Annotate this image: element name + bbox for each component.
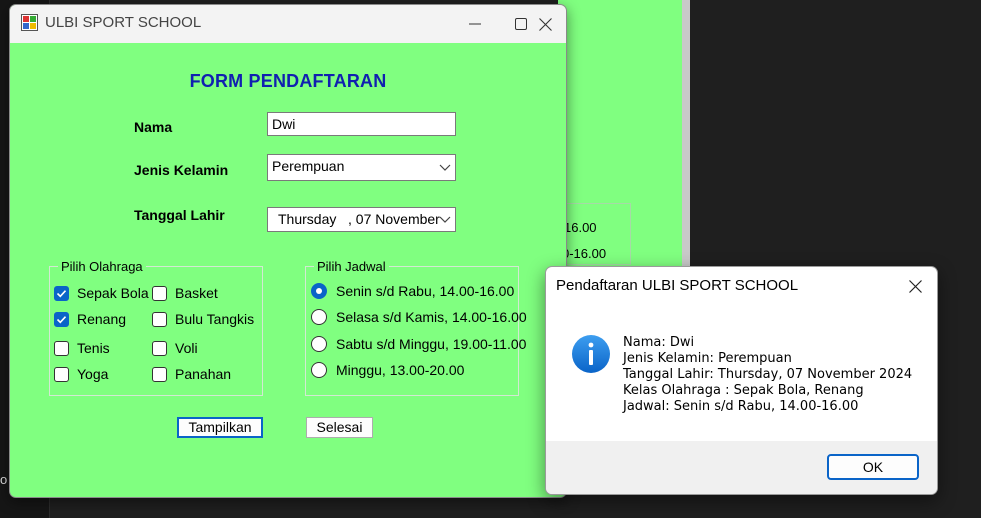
radio-button[interactable] — [311, 336, 327, 352]
info-icon — [572, 335, 610, 373]
close-button[interactable] — [522, 5, 566, 43]
background-text-fragment: 16.00 — [564, 220, 597, 235]
jadwal-group: Pilih Jadwal Senin s/d Rabu, 14.00-16.00… — [305, 259, 527, 396]
radio-minggu[interactable]: Minggu, 13.00-20.00 — [311, 362, 464, 378]
checkbox-basket[interactable]: Basket — [152, 285, 218, 301]
checkbox-box[interactable] — [152, 311, 167, 327]
jadwal-group-caption: Pilih Jadwal — [314, 259, 389, 274]
nama-label: Nama — [134, 119, 173, 135]
checkbox-sepak-bola[interactable]: Sepak Bola — [54, 285, 149, 301]
checkbox-box[interactable] — [152, 340, 167, 356]
radio-sabtu-minggu[interactable]: Sabtu s/d Minggu, 19.00-11.00 — [311, 336, 526, 352]
close-icon — [538, 17, 552, 31]
checkbox-box[interactable] — [152, 366, 167, 382]
checkmark-icon — [56, 289, 67, 297]
chevron-down-icon — [439, 216, 451, 223]
checkbox-box[interactable] — [54, 285, 69, 301]
tanggal-lahir-value: Thursday , 07 November — [278, 211, 440, 227]
checkbox-box[interactable] — [54, 311, 69, 327]
minimize-button[interactable] — [452, 5, 498, 43]
nama-input[interactable]: Dwi — [267, 112, 456, 136]
selesai-button[interactable]: Selesai — [306, 417, 373, 438]
checkmark-icon — [56, 315, 67, 323]
checkbox-label: Sepak Bola — [77, 285, 149, 301]
window-title: ULBI SPORT SCHOOL — [45, 14, 202, 31]
chevron-down-icon — [439, 164, 451, 171]
background-app-scrollbar — [682, 0, 690, 290]
olahraga-group-caption: Pilih Olahraga — [58, 259, 146, 274]
title-bar[interactable]: ULBI SPORT SCHOOL — [10, 5, 566, 43]
message-line: Kelas Olahraga : Sepak Bola, Renang — [623, 383, 864, 398]
checkbox-bulu-tangkis[interactable]: Bulu Tangkis — [152, 311, 254, 327]
main-window: ULBI SPORT SCHOOL FORM PENDAFTARAN Nama … — [9, 4, 567, 498]
form-title: FORM PENDAFTARAN — [189, 71, 387, 91]
checkbox-box[interactable] — [152, 285, 167, 301]
message-line: Tanggal Lahir: Thursday, 07 November 202… — [623, 367, 913, 382]
message-line: Jadwal: Senin s/d Rabu, 14.00-16.00 — [623, 399, 859, 414]
radio-button[interactable] — [311, 362, 327, 378]
checkbox-label: Yoga — [77, 366, 109, 382]
ok-button[interactable]: OK — [827, 454, 919, 480]
checkbox-box[interactable] — [54, 340, 69, 356]
message-box-footer: OK — [546, 441, 937, 494]
radio-label: Selasa s/d Kamis, 14.00-16.00 — [336, 309, 527, 325]
radio-label: Senin s/d Rabu, 14.00-16.00 — [336, 283, 515, 299]
message-line: Nama: Dwi — [623, 335, 695, 350]
radio-label: Minggu, 13.00-20.00 — [336, 362, 465, 378]
checkbox-yoga[interactable]: Yoga — [54, 366, 108, 382]
jenis-kelamin-value: Perempuan — [272, 158, 345, 174]
checkbox-tenis[interactable]: Tenis — [54, 340, 110, 356]
message-box-close-button[interactable] — [893, 267, 937, 305]
close-icon — [908, 279, 922, 293]
checkbox-panahan[interactable]: Panahan — [152, 366, 231, 382]
tanggal-lahir-datepicker[interactable]: Thursday , 07 November — [267, 207, 456, 232]
checkbox-label: Voli — [175, 340, 198, 356]
message-line: Jenis Kelamin: Perempuan — [623, 351, 792, 366]
radio-button[interactable] — [311, 309, 327, 325]
checkbox-label: Bulu Tangkis — [175, 311, 255, 327]
checkbox-label: Basket — [175, 285, 218, 301]
tanggal-lahir-label: Tanggal Lahir — [134, 207, 225, 223]
tampilkan-button[interactable]: Tampilkan — [177, 417, 263, 438]
radio-senin-rabu[interactable]: Senin s/d Rabu, 14.00-16.00 — [311, 283, 514, 299]
checkbox-renang[interactable]: Renang — [54, 311, 126, 327]
checkbox-box[interactable] — [54, 366, 69, 382]
jenis-kelamin-select[interactable]: Perempuan — [267, 154, 456, 181]
checkbox-voli[interactable]: Voli — [152, 340, 198, 356]
minimize-icon — [469, 23, 481, 25]
checkbox-label: Panahan — [175, 366, 232, 382]
message-box-title: Pendaftaran ULBI SPORT SCHOOL — [556, 277, 799, 294]
olahraga-group: Pilih Olahraga Sepak Bola Basket Renang … — [49, 259, 263, 396]
app-icon — [21, 14, 38, 31]
radio-label: Sabtu s/d Minggu, 19.00-11.00 — [336, 336, 527, 352]
message-box-text: Nama: Dwi Jenis Kelamin: Perempuan Tangg… — [623, 335, 912, 415]
checkbox-label: Tenis — [77, 340, 110, 356]
background-text-fragment: 0-16.00 — [562, 246, 607, 261]
message-box-dialog: Pendaftaran ULBI SPORT SCHOOL Nama: Dwi … — [545, 266, 938, 495]
jenis-kelamin-label: Jenis Kelamin — [134, 162, 229, 178]
checkbox-label: Renang — [77, 311, 127, 327]
radio-selasa-kamis[interactable]: Selasa s/d Kamis, 14.00-16.00 — [311, 309, 527, 325]
background-text-fragment: o — [0, 472, 8, 487]
radio-button[interactable] — [311, 283, 327, 299]
